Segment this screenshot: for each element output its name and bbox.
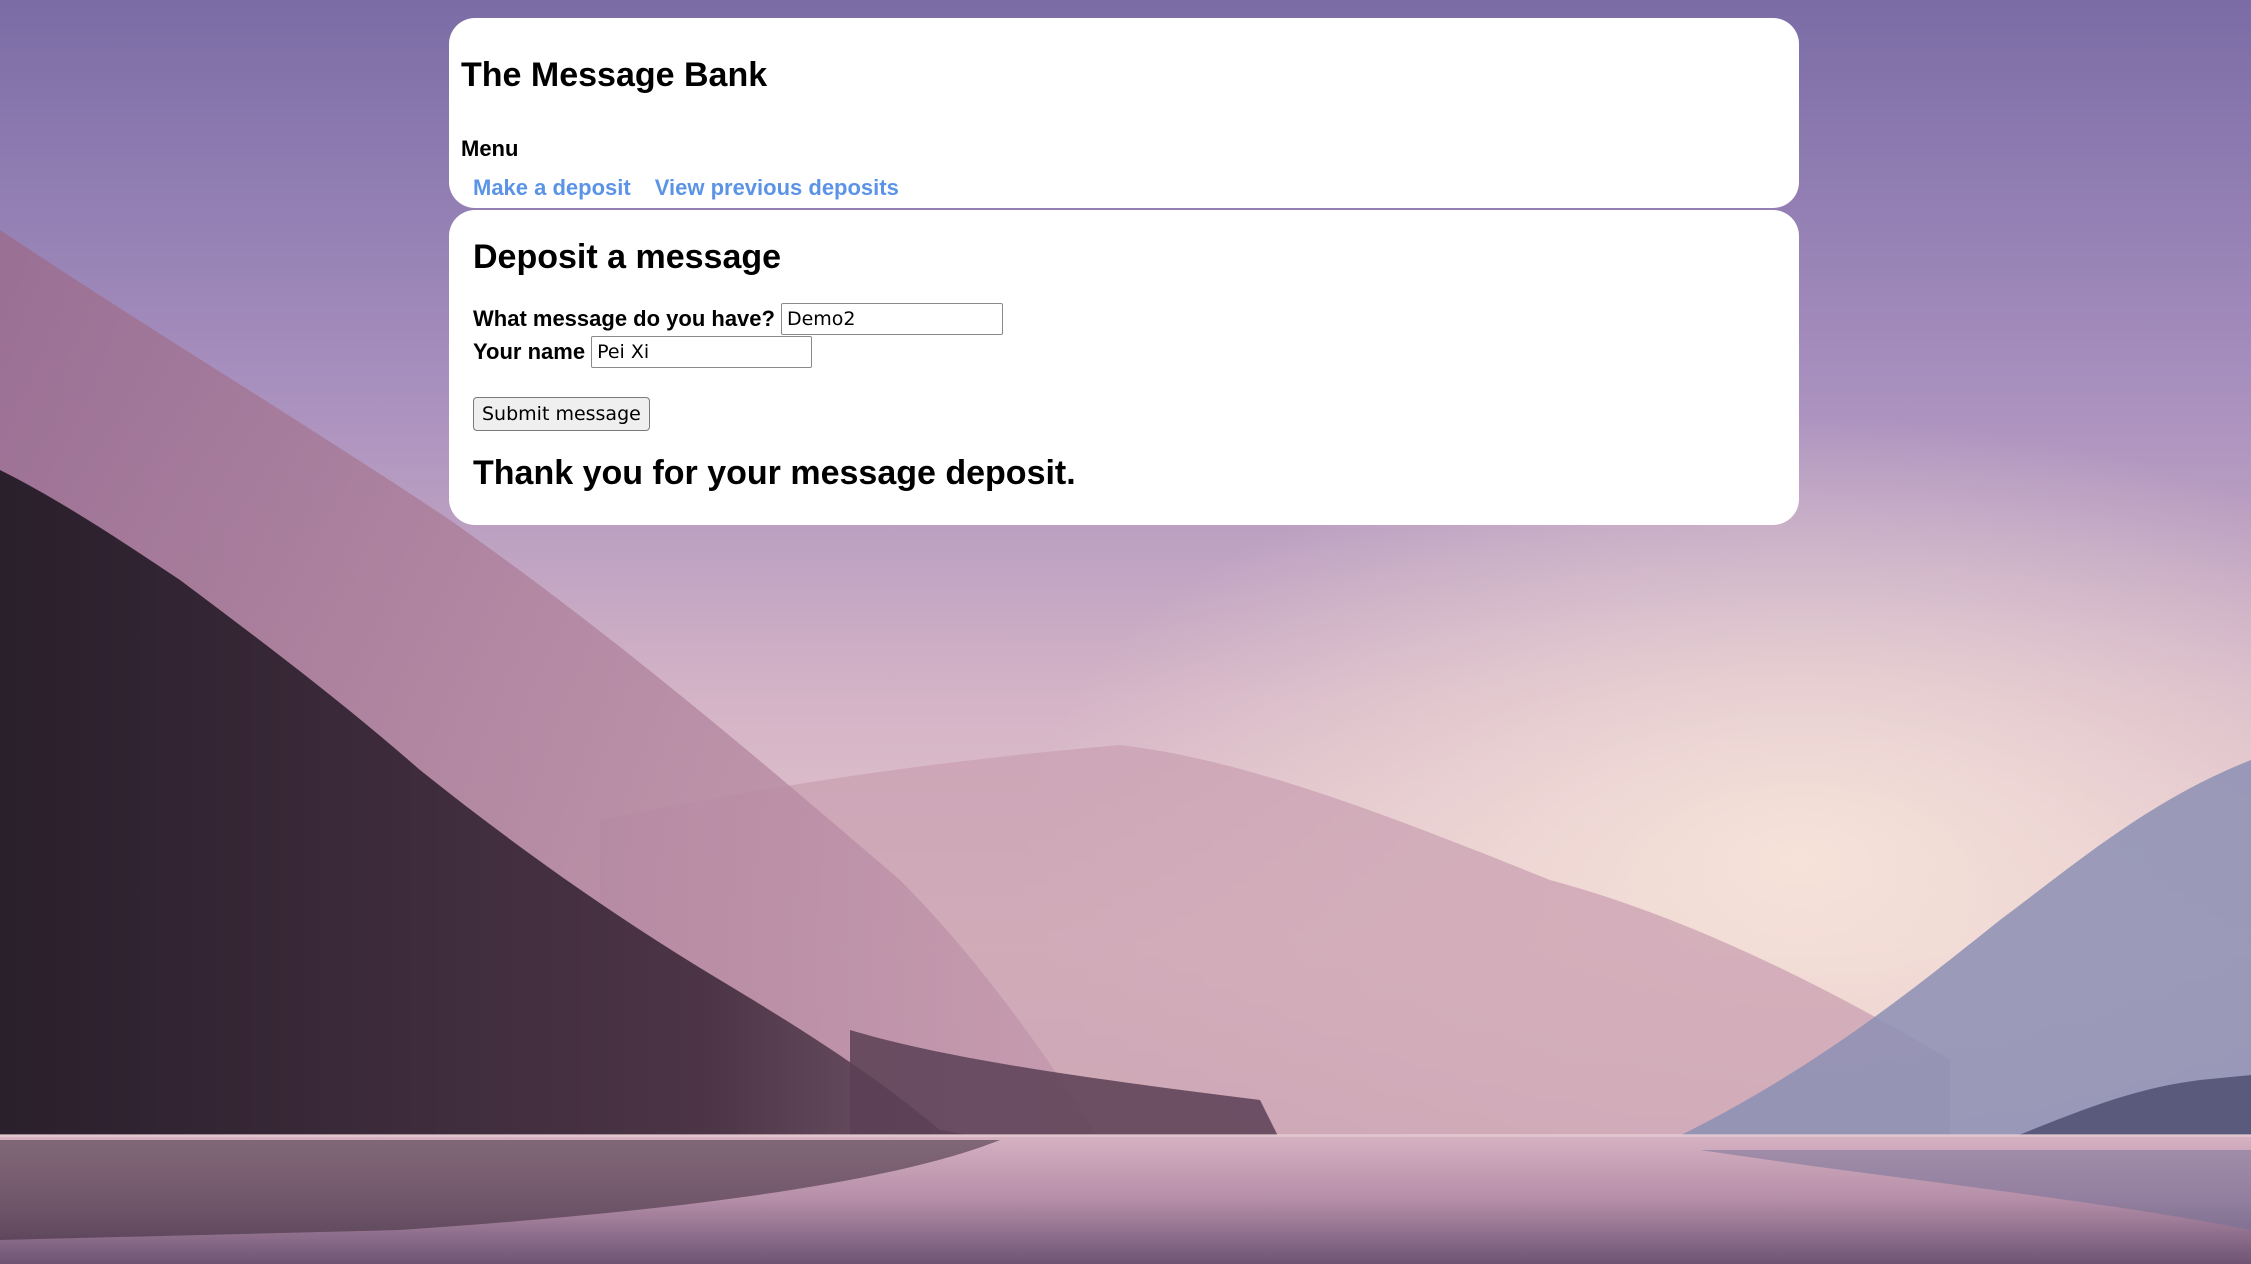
menu-heading: Menu <box>461 136 519 161</box>
name-label: Your name <box>473 339 586 364</box>
site-title: The Message Bank <box>461 56 768 94</box>
deposit-card: Deposit a message What message do you ha… <box>449 210 1799 525</box>
header-card: The Message Bank Menu Make a deposit Vie… <box>449 18 1799 208</box>
message-input[interactable] <box>780 303 1003 335</box>
name-row: Your name <box>473 336 813 368</box>
view-previous-deposits-link[interactable]: View previous deposits <box>655 175 899 201</box>
deposit-heading: Deposit a message <box>473 238 782 276</box>
message-row: What message do you have? <box>473 303 1003 335</box>
message-label: What message do you have? <box>473 306 775 331</box>
confirmation-message: Thank you for your message deposit. <box>473 454 1076 492</box>
menu-nav: Make a deposit View previous deposits <box>473 175 899 201</box>
name-input[interactable] <box>591 336 813 368</box>
submit-message-button[interactable]: Submit message <box>473 397 650 431</box>
make-deposit-link[interactable]: Make a deposit <box>473 175 631 201</box>
